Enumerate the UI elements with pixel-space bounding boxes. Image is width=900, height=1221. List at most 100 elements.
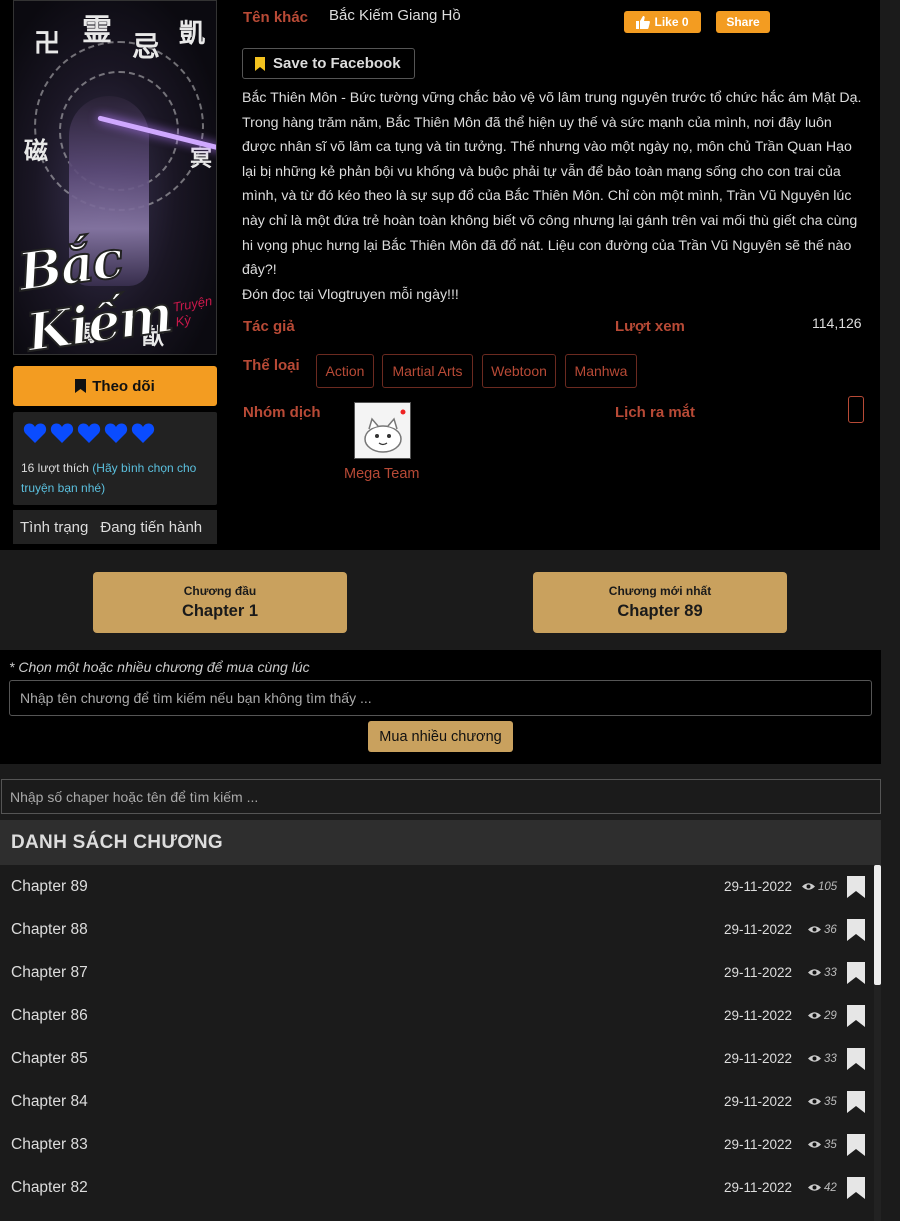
chapter-name[interactable]: Chapter 83 (11, 1136, 88, 1154)
chapter-row[interactable]: Chapter 82 29-11-2022 42 (0, 1166, 874, 1209)
team-label: Nhóm dịch (243, 404, 321, 421)
save-fb-label: Save to Facebook (273, 55, 401, 72)
chapter-name[interactable]: Chapter 87 (11, 964, 88, 982)
eye-icon (802, 883, 815, 890)
chapter-list-title: DANH SÁCH CHƯƠNG (0, 820, 881, 865)
alt-name-label: Tên khác (243, 9, 309, 26)
genre-tag-martial-arts[interactable]: Martial Arts (382, 354, 473, 388)
first-chapter-title: Chapter 1 (181, 602, 259, 620)
chapter-views: 29 (808, 1010, 837, 1022)
chapter-row[interactable]: Chapter 89 29-11-2022 105 (0, 865, 874, 908)
buy-search-input[interactable] (9, 680, 872, 716)
bookmark-icon[interactable] (847, 1048, 865, 1070)
chapter-name[interactable]: Chapter 84 (11, 1093, 88, 1111)
team-name-link[interactable]: Mega Team (344, 466, 420, 482)
heart-icon[interactable] (23, 422, 47, 444)
chapter-name[interactable]: Chapter 82 (11, 1179, 88, 1197)
bookmark-icon (255, 56, 265, 71)
cover-glyph: 忌 (132, 30, 161, 63)
chapter-row[interactable]: Chapter 84 29-11-2022 35 (0, 1080, 874, 1123)
thumbs-up-icon (636, 15, 651, 29)
chapter-date: 29-11-2022 (724, 1180, 793, 1195)
bookmark-icon[interactable] (847, 1177, 865, 1199)
latest-chapter-caption: Chương mới nhất (608, 584, 712, 598)
author-label: Tác giả (243, 318, 295, 335)
likes-count: 16 lượt thích (21, 461, 89, 475)
views-value: 114,126 (812, 315, 862, 331)
release-schedule-box[interactable] (848, 396, 864, 423)
latest-chapter-button[interactable]: Chương mới nhất Chapter 89 (533, 572, 787, 633)
scrollbar-thumb[interactable] (874, 865, 881, 985)
bookmark-icon (75, 379, 87, 393)
chapter-list: Chapter 89 29-11-2022 105 Chapter 88 29-… (0, 865, 874, 1209)
eye-icon (808, 1098, 821, 1105)
views-label: Lượt xem (615, 318, 685, 335)
chapter-views: 35 (808, 1139, 837, 1151)
chapter-date: 29-11-2022 (724, 1137, 793, 1152)
cover-glyph: 凱 (179, 19, 206, 49)
bookmark-icon[interactable] (847, 962, 865, 984)
chapter-views: 33 (808, 967, 837, 979)
chapter-name[interactable]: Chapter 88 (11, 921, 88, 939)
chapter-row[interactable]: Chapter 87 29-11-2022 33 (0, 951, 874, 994)
chapter-views: 33 (808, 1053, 837, 1065)
buy-multiple-button[interactable]: Mua nhiều chương (368, 721, 513, 752)
heart-icon[interactable] (50, 422, 74, 444)
chapter-date: 29-11-2022 (724, 1008, 793, 1023)
chapter-date: 29-11-2022 (724, 1094, 793, 1109)
chapter-row[interactable]: Chapter 85 29-11-2022 33 (0, 1037, 874, 1080)
first-chapter-button[interactable]: Chương đầu Chapter 1 (93, 572, 347, 633)
bookmark-icon[interactable] (847, 1091, 865, 1113)
eye-icon (808, 969, 821, 976)
chapter-date: 29-11-2022 (724, 922, 793, 937)
bookmark-icon[interactable] (847, 1005, 865, 1027)
fb-share-label: Share (726, 15, 760, 29)
eye-icon (808, 926, 821, 933)
rating-box: 16 lượt thích (Hãy bình chọn cho truyện … (13, 412, 217, 505)
heart-icon[interactable] (131, 422, 155, 444)
follow-button[interactable]: Theo dõi (13, 366, 217, 406)
chapter-views-count: 42 (824, 1181, 837, 1194)
rating-hearts[interactable] (23, 422, 155, 444)
cover-glyph: 卍 (34, 29, 61, 59)
first-chapter-caption: Chương đầu (183, 584, 257, 598)
heart-icon[interactable] (104, 422, 128, 444)
alt-name-value: Bắc Kiếm Giang Hồ (329, 7, 461, 24)
eye-icon (808, 1012, 821, 1019)
chapter-row[interactable]: Chapter 88 29-11-2022 36 (0, 908, 874, 951)
bookmark-icon[interactable] (847, 876, 865, 898)
eye-icon (808, 1184, 821, 1191)
eye-icon (808, 1141, 821, 1148)
description-paragraph: Bắc Thiên Môn - Bức tường vững chắc bảo … (242, 90, 862, 279)
genre-tag-action[interactable]: Action (316, 354, 374, 388)
heart-icon[interactable] (77, 422, 101, 444)
fb-share-button[interactable]: Share (716, 11, 770, 33)
bookmark-icon[interactable] (847, 1134, 865, 1156)
chapter-row[interactable]: Chapter 83 29-11-2022 35 (0, 1123, 874, 1166)
team-avatar[interactable] (354, 402, 411, 459)
chapter-name[interactable]: Chapter 85 (11, 1050, 88, 1068)
chapter-date: 29-11-2022 (724, 879, 793, 894)
chapter-date: 29-11-2022 (724, 1051, 793, 1066)
chapter-views-count: 36 (824, 923, 837, 936)
release-label: Lịch ra mắt (615, 404, 696, 421)
bookmark-icon[interactable] (847, 919, 865, 941)
cover-title-art: Bắc Kiếm (14, 228, 176, 355)
cover-glyph: 霊 (82, 13, 112, 48)
chapter-views-count: 33 (824, 1052, 837, 1065)
fb-like-label: Like 0 (654, 15, 689, 29)
chapter-search-input[interactable] (1, 779, 881, 814)
chapter-row[interactable]: Chapter 86 29-11-2022 29 (0, 994, 874, 1037)
chapter-views: 42 (808, 1182, 837, 1194)
save-to-facebook-button[interactable]: Save to Facebook (242, 48, 415, 79)
chapter-name[interactable]: Chapter 89 (11, 878, 88, 896)
genre-tag-webtoon[interactable]: Webtoon (482, 354, 556, 388)
status-label: Tình trạng (20, 518, 89, 536)
chapter-name[interactable]: Chapter 86 (11, 1007, 88, 1025)
cover-glyph: 磁 (24, 136, 48, 165)
genre-tag-manhwa[interactable]: Manhwa (565, 354, 637, 388)
follow-label: Theo dõi (92, 377, 155, 395)
fb-like-button[interactable]: Like 0 (624, 11, 701, 33)
latest-chapter-title: Chapter 89 (617, 602, 703, 620)
description-paragraph: Đón đọc tại Vlogtruyen mỗi ngày!!! (242, 286, 459, 303)
